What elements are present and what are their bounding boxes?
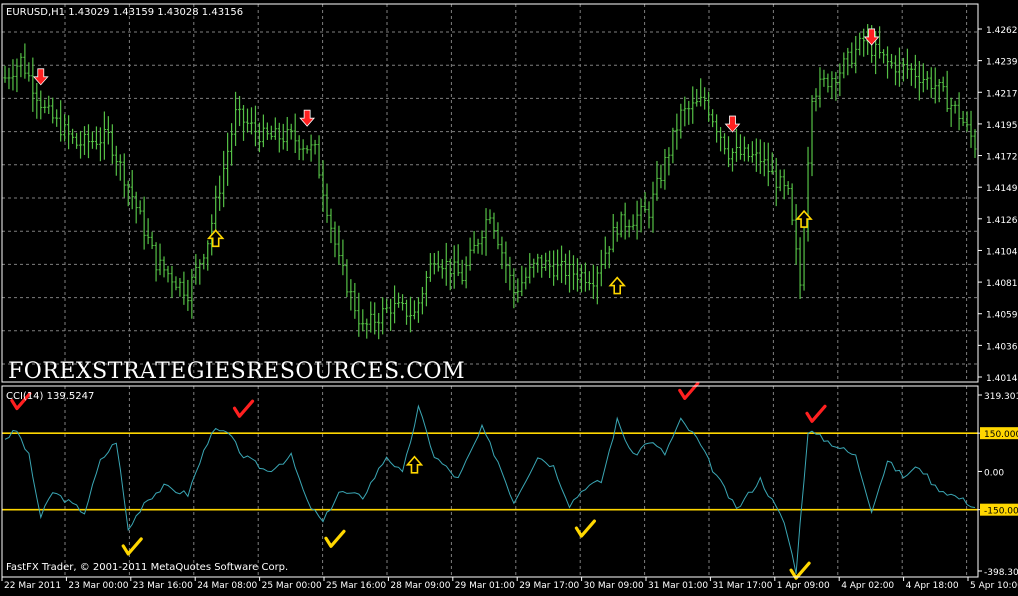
price-tick-label: 1.41260 bbox=[986, 216, 1018, 226]
time-tick-label: 1 Apr 09:00 bbox=[777, 581, 830, 591]
copyright-text: FastFX Trader, © 2001-2011 MetaQuotes So… bbox=[6, 562, 288, 573]
time-tick-label: 4 Apr 02:00 bbox=[841, 581, 894, 591]
time-tick-label: 5 Apr 10:00 bbox=[970, 581, 1018, 591]
price-tick-label: 1.42170 bbox=[986, 89, 1018, 99]
time-tick-label: 31 Mar 17:00 bbox=[712, 581, 772, 591]
time-tick-label: 22 Mar 2011 bbox=[4, 581, 61, 591]
time-tick-label: 4 Apr 18:00 bbox=[906, 581, 959, 591]
indicator-header: CCI(14) 139.5247 bbox=[6, 391, 94, 402]
price-tick-label: 1.40590 bbox=[986, 311, 1018, 321]
time-tick-label: 24 Mar 08:00 bbox=[197, 581, 257, 591]
price-tick-label: 1.42620 bbox=[986, 26, 1018, 36]
price-tick-label: 1.40815 bbox=[986, 279, 1018, 289]
symbol-header: EURUSD,H1 1.43029 1.43159 1.43028 1.4315… bbox=[6, 7, 243, 18]
time-tick-label: 25 Mar 16:00 bbox=[326, 581, 386, 591]
price-tick-label: 1.41040 bbox=[986, 247, 1018, 257]
indicator-tick-label: 150.000 bbox=[984, 430, 1018, 440]
time-tick-label: 29 Mar 01:00 bbox=[455, 581, 515, 591]
indicator-tick-label: -150.000 bbox=[984, 507, 1018, 517]
indicator-tick-label: 319.301 bbox=[984, 392, 1018, 402]
time-tick-label: 25 Mar 00:00 bbox=[262, 581, 322, 591]
indicator-tick-label: -398.301 bbox=[984, 568, 1018, 578]
indicator-tick-label: 0.00 bbox=[984, 468, 1004, 478]
trading-chart[interactable]: EURUSD,H1 1.43029 1.43159 1.43028 1.4315… bbox=[0, 0, 1018, 592]
time-tick-label: 29 Mar 17:00 bbox=[519, 581, 579, 591]
time-tick-label: 23 Mar 16:00 bbox=[133, 581, 193, 591]
price-tick-label: 1.40140 bbox=[986, 374, 1018, 384]
time-tick-label: 23 Mar 00:00 bbox=[68, 581, 128, 591]
watermark: FOREXSTRATEGIESRESOURCES.COM bbox=[8, 359, 465, 384]
time-tick-label: 31 Mar 01:00 bbox=[648, 581, 708, 591]
time-tick-label: 30 Mar 09:00 bbox=[584, 581, 644, 591]
price-tick-label: 1.42399 bbox=[986, 58, 1018, 68]
price-tick-label: 1.41490 bbox=[986, 184, 1018, 194]
price-tick-label: 1.40365 bbox=[986, 342, 1018, 352]
price-tick-label: 1.41950 bbox=[986, 121, 1018, 131]
price-tick-label: 1.41720 bbox=[986, 153, 1018, 163]
chart-canvas[interactable]: EURUSD,H1 1.43029 1.43159 1.43028 1.4315… bbox=[0, 0, 1018, 592]
time-tick-label: 28 Mar 09:00 bbox=[390, 581, 450, 591]
